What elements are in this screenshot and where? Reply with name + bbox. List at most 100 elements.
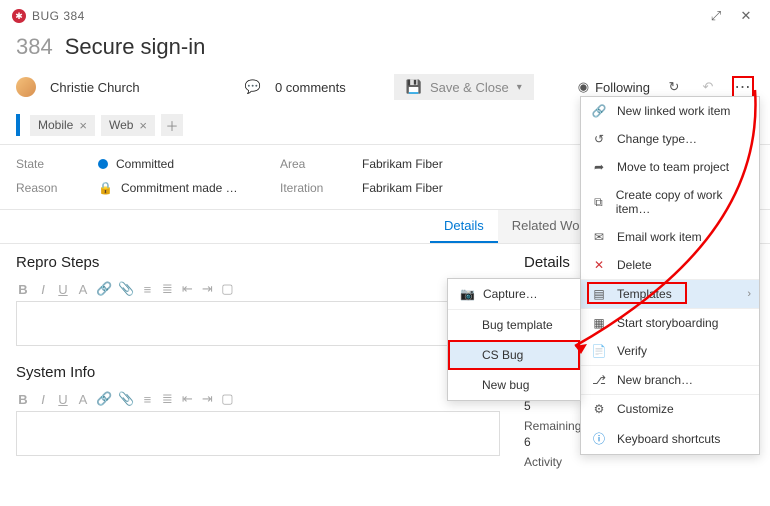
save-close-label: Save & Close <box>430 80 509 95</box>
font-icon[interactable]: A <box>76 282 90 297</box>
menu-verify[interactable]: 📄Verify <box>581 337 759 365</box>
tab-details[interactable]: Details <box>430 210 498 243</box>
undo-icon: ↶ <box>698 79 718 95</box>
email-icon: ✉ <box>591 230 607 244</box>
expand-icon[interactable]: ⤢ <box>704 4 728 28</box>
move-icon: ➦ <box>591 160 607 174</box>
add-tag-button[interactable]: ＋ <box>161 114 183 136</box>
reason-value[interactable]: 🔒Commitment made … <box>98 181 268 195</box>
indent-icon[interactable]: ⇥ <box>200 391 214 407</box>
tag-remove-icon[interactable]: × <box>79 118 87 133</box>
menu-move-to-team-project[interactable]: ➦Move to team project <box>581 153 759 181</box>
number-list-icon[interactable]: ≣ <box>160 391 174 407</box>
avatar <box>16 77 36 97</box>
rich-text-toolbar: B I U A 🔗 📎 ≡ ≣ ⇤ ⇥ ▢ <box>16 387 500 411</box>
iteration-label: Iteration <box>280 181 350 195</box>
menu-customize[interactable]: ⚙Customize <box>581 395 759 423</box>
bold-icon[interactable]: B <box>16 282 30 297</box>
outdent-icon[interactable]: ⇤ <box>180 281 194 297</box>
state-dot-icon <box>98 159 108 169</box>
underline-icon[interactable]: U <box>56 282 70 297</box>
menu-keyboard-shortcuts[interactable]: ⓘKeyboard shortcuts <box>581 423 759 454</box>
more-actions-button[interactable]: ⋯ <box>732 76 754 98</box>
menu-create-copy[interactable]: ⧉Create copy of work item… <box>581 181 759 223</box>
area-value[interactable]: Fabrikam Fiber <box>362 157 532 171</box>
tag-mobile[interactable]: Mobile × <box>30 115 95 136</box>
attach-icon[interactable]: 📎 <box>118 281 134 297</box>
image-icon[interactable]: ▢ <box>220 391 234 407</box>
menu-new-bug[interactable]: New bug <box>448 370 580 400</box>
state-value[interactable]: Committed <box>98 157 268 171</box>
bullet-list-icon[interactable]: ≡ <box>140 392 154 407</box>
tag-web[interactable]: Web × <box>101 115 155 136</box>
menu-templates[interactable]: ▤Templates› <box>581 280 759 308</box>
work-item-type-label: BUG 384 <box>32 9 85 23</box>
menu-change-type[interactable]: ↺Change type… <box>581 125 759 153</box>
attach-icon[interactable]: 📎 <box>118 391 134 407</box>
font-icon[interactable]: A <box>76 392 90 407</box>
work-item-title: 384 Secure sign-in <box>0 32 770 70</box>
following-label: Following <box>595 80 650 95</box>
customize-icon: ⚙ <box>591 402 607 416</box>
repro-steps-editor[interactable] <box>16 301 500 346</box>
camera-icon: 📷 <box>460 287 475 301</box>
menu-start-storyboarding[interactable]: ▦Start storyboarding <box>581 309 759 337</box>
italic-icon[interactable]: I <box>36 282 50 297</box>
following-toggle[interactable]: ◉ Following <box>578 79 650 95</box>
menu-new-linked-work-item[interactable]: 🔗New linked work item <box>581 97 759 125</box>
work-item-title-text: Secure sign-in <box>65 34 206 60</box>
reason-label: Reason <box>16 181 86 195</box>
menu-new-branch[interactable]: ⎇New branch… <box>581 366 759 394</box>
link-icon[interactable]: 🔗 <box>96 281 112 297</box>
menu-email-work-item[interactable]: ✉Email work item <box>581 223 759 251</box>
image-icon[interactable]: ▢ <box>220 281 234 297</box>
link-icon: 🔗 <box>591 104 607 118</box>
tag-label: Mobile <box>38 118 73 132</box>
refresh-icon[interactable]: ↻ <box>664 79 684 95</box>
link-icon[interactable]: 🔗 <box>96 391 112 407</box>
lock-icon: 🔒 <box>98 181 113 195</box>
activity-label: Activity <box>524 455 562 469</box>
more-actions-menu: 🔗New linked work item ↺Change type… ➦Mov… <box>580 96 760 455</box>
delete-icon: ✕ <box>591 258 607 272</box>
number-list-icon[interactable]: ≣ <box>160 281 174 297</box>
menu-bug-template[interactable]: Bug template <box>448 310 580 340</box>
branch-icon: ⎇ <box>591 373 607 387</box>
underline-icon[interactable]: U <box>56 392 70 407</box>
active-indicator <box>16 114 20 136</box>
italic-icon[interactable]: I <box>36 392 50 407</box>
capture-submenu: 📷Capture… Bug template CS Bug New bug <box>447 278 581 401</box>
assignee-name[interactable]: Christie Church <box>50 80 140 95</box>
tag-remove-icon[interactable]: × <box>139 118 147 133</box>
chevron-down-icon: ▾ <box>517 82 522 93</box>
verify-icon: 📄 <box>591 344 607 358</box>
work-item-number: 384 <box>16 34 53 60</box>
bold-icon[interactable]: B <box>16 392 30 407</box>
menu-capture[interactable]: 📷Capture… <box>448 279 580 309</box>
save-close-button[interactable]: 💾 Save & Close ▾ <box>394 74 534 100</box>
state-label: State <box>16 157 86 171</box>
system-info-editor[interactable] <box>16 411 500 456</box>
change-icon: ↺ <box>591 132 607 146</box>
copy-icon: ⧉ <box>591 195 606 210</box>
menu-cs-bug[interactable]: CS Bug <box>448 340 580 370</box>
eye-icon: ◉ <box>578 79 589 95</box>
section-system-info: System Info <box>16 364 500 381</box>
bug-icon: ✱ <box>12 9 26 23</box>
rich-text-toolbar: B I U A 🔗 📎 ≡ ≣ ⇤ ⇥ ▢ <box>16 277 500 301</box>
bullet-list-icon[interactable]: ≡ <box>140 282 154 297</box>
indent-icon[interactable]: ⇥ <box>200 281 214 297</box>
comments-icon: 💬 <box>245 79 261 95</box>
outdent-icon[interactable]: ⇤ <box>180 391 194 407</box>
info-icon: ⓘ <box>591 430 607 447</box>
close-icon[interactable]: ✕ <box>734 4 758 28</box>
iteration-value[interactable]: Fabrikam Fiber <box>362 181 532 195</box>
tag-label: Web <box>109 118 133 132</box>
save-icon: 💾 <box>406 79 422 95</box>
storyboard-icon: ▦ <box>591 316 607 330</box>
section-repro-steps: Repro Steps <box>16 254 500 271</box>
template-icon: ▤ <box>591 287 607 301</box>
menu-delete[interactable]: ✕Delete <box>581 251 759 279</box>
comments-count[interactable]: 0 comments <box>275 80 346 95</box>
chevron-right-icon: › <box>747 288 751 300</box>
